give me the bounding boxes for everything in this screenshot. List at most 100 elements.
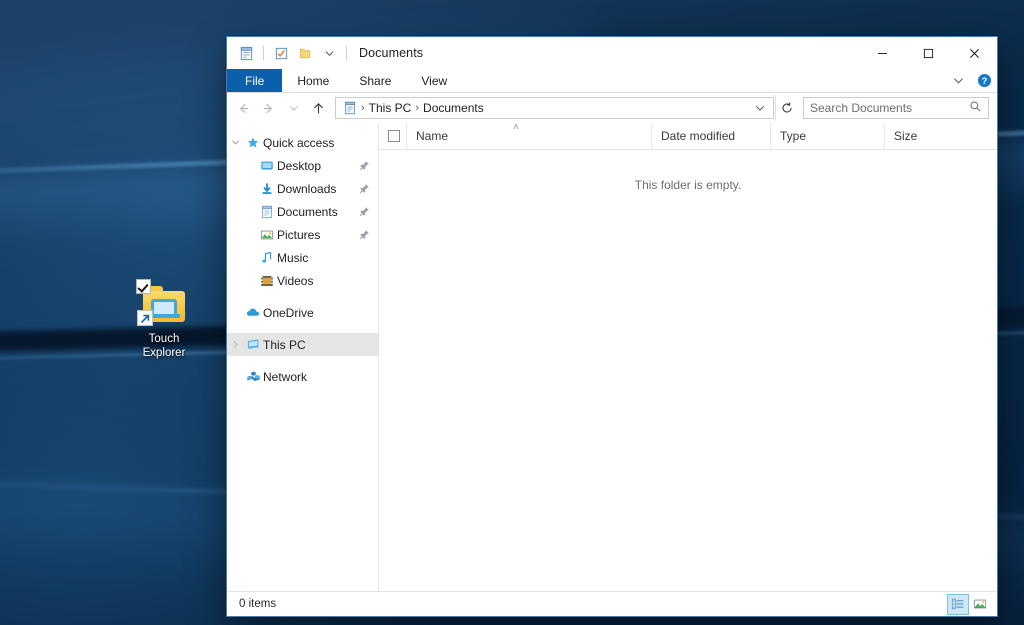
pin-icon[interactable] [356, 160, 372, 171]
star-icon [243, 136, 263, 150]
item-count-label: 0 items [239, 598, 277, 610]
column-header-date-modified[interactable]: Date modified [651, 122, 770, 150]
network-icon [243, 369, 263, 384]
ribbon-tab-bar[interactable]: File Home Share View ? [227, 69, 997, 93]
up-button[interactable] [306, 95, 331, 121]
status-bar: 0 items [227, 591, 997, 616]
this-pc-icon [243, 337, 263, 352]
sidebar-item-label: OneDrive [263, 305, 314, 320]
breadcrumb-item-this-pc[interactable]: This PC [366, 101, 415, 115]
close-button[interactable] [951, 37, 997, 69]
sidebar-item-network[interactable]: Network [227, 365, 378, 388]
sidebar-item-this-pc[interactable]: This PC [227, 333, 378, 356]
music-icon [257, 251, 277, 265]
toolbar-separator [263, 46, 264, 60]
sidebar-item-label: Documents [277, 204, 338, 219]
sidebar-item-label: Pictures [277, 227, 321, 242]
column-header-type[interactable]: Type [770, 122, 884, 150]
desktop-shortcut-label-line2: Explorer [142, 347, 186, 359]
sidebar-item-downloads[interactable]: Downloads [227, 177, 378, 200]
previous-locations-chevron-icon[interactable] [751, 103, 769, 113]
properties-icon[interactable] [235, 42, 257, 64]
shortcut-arrow-icon [137, 310, 153, 326]
window-controls[interactable] [859, 37, 997, 69]
address-bar-row[interactable]: › This PC › Documents Search Documents [227, 93, 997, 123]
file-explorer-window[interactable]: Documents File Home Share View ? › This … [226, 36, 998, 617]
column-header-label: Size [894, 129, 918, 143]
column-header-label: Date modified [661, 129, 736, 143]
sidebar-item-label: Network [263, 369, 308, 384]
desktop-shortcut-label: Touch Explorer [124, 332, 204, 360]
new-folder-icon[interactable] [294, 42, 316, 64]
ribbon-spacer [462, 69, 945, 92]
sidebar-item-desktop[interactable]: Desktop [227, 154, 378, 177]
sidebar-item-label: Music [277, 250, 309, 265]
documents-folder-icon [340, 101, 360, 115]
chevron-right-icon[interactable] [227, 340, 243, 349]
cloud-icon [243, 305, 263, 320]
desktop-shortcut-label-line1: Touch [148, 333, 180, 345]
sidebar-item-onedrive[interactable]: OneDrive [227, 301, 378, 324]
quick-access-toolbar[interactable] [227, 42, 351, 64]
desktop-icon [257, 159, 277, 173]
explorer-body: Quick access Desktop Downloads Documents… [227, 122, 997, 591]
column-header-row[interactable]: Name Date modified Type Size ˄ [379, 122, 997, 150]
sidebar-item-label: Quick access [263, 135, 335, 150]
desktop[interactable]: Touch Explorer Documents File Home Share… [0, 0, 1024, 625]
document-icon [257, 205, 277, 219]
back-button[interactable] [231, 95, 256, 121]
svg-text:?: ? [981, 76, 987, 86]
sidebar-item-documents[interactable]: Documents [227, 200, 378, 223]
forward-button[interactable] [256, 95, 281, 121]
details-view-button[interactable] [947, 593, 969, 615]
video-icon [257, 274, 277, 288]
search-placeholder: Search Documents [810, 101, 913, 115]
refresh-button[interactable] [775, 95, 797, 121]
tab-view[interactable]: View [406, 69, 462, 92]
sidebar-item-label: Desktop [277, 158, 322, 173]
sidebar-item-quick-access[interactable]: Quick access [227, 131, 378, 154]
title-bar[interactable]: Documents [227, 37, 997, 69]
sidebar-item-label: Videos [277, 273, 314, 288]
toolbar-separator [346, 46, 347, 60]
select-all-checkbox[interactable] [379, 123, 406, 150]
pin-icon[interactable] [356, 229, 372, 240]
desktop-shortcut-touch-explorer[interactable]: Touch Explorer [124, 279, 204, 360]
recent-locations-chevron-icon[interactable] [281, 95, 306, 121]
sidebar-item-label: Downloads [277, 181, 337, 196]
column-header-name[interactable]: Name [406, 122, 651, 150]
search-input[interactable]: Search Documents [803, 97, 989, 119]
breadcrumb[interactable]: › This PC › Documents [335, 97, 774, 119]
tab-home[interactable]: Home [282, 69, 344, 92]
picture-icon [257, 228, 277, 242]
file-list-area[interactable]: Name Date modified Type Size ˄ This fold… [379, 122, 997, 591]
large-icons-view-button[interactable] [969, 594, 991, 615]
checkbox-icon[interactable] [388, 130, 400, 142]
search-icon[interactable] [969, 100, 982, 116]
navigation-pane[interactable]: Quick access Desktop Downloads Documents… [227, 123, 379, 591]
expand-ribbon-chevron-icon[interactable] [945, 69, 971, 92]
sort-ascending-caret-icon: ˄ [513, 122, 519, 133]
help-icon[interactable]: ? [971, 69, 997, 92]
tab-file[interactable]: File [227, 69, 283, 92]
column-header-size[interactable]: Size [884, 122, 961, 150]
new-folder-properties-icon[interactable] [270, 42, 292, 64]
download-icon [257, 182, 277, 196]
pin-icon[interactable] [356, 206, 372, 217]
breadcrumb-item-documents[interactable]: Documents [420, 101, 487, 115]
column-header-label: Name [416, 129, 449, 143]
maximize-button[interactable] [905, 37, 951, 69]
customize-chevron-down-icon[interactable] [318, 42, 340, 64]
sidebar-item-music[interactable]: Music [227, 246, 378, 269]
empty-folder-message: This folder is empty. [634, 178, 742, 192]
tab-share[interactable]: Share [344, 69, 406, 92]
chevron-down-icon[interactable] [227, 138, 243, 147]
selection-checkbox-icon[interactable] [136, 279, 151, 294]
sidebar-item-videos[interactable]: Videos [227, 269, 378, 292]
sidebar-item-pictures[interactable]: Pictures [227, 223, 378, 246]
pin-icon[interactable] [356, 183, 372, 194]
minimize-button[interactable] [859, 37, 905, 69]
sidebar-item-label: This PC [263, 337, 306, 352]
